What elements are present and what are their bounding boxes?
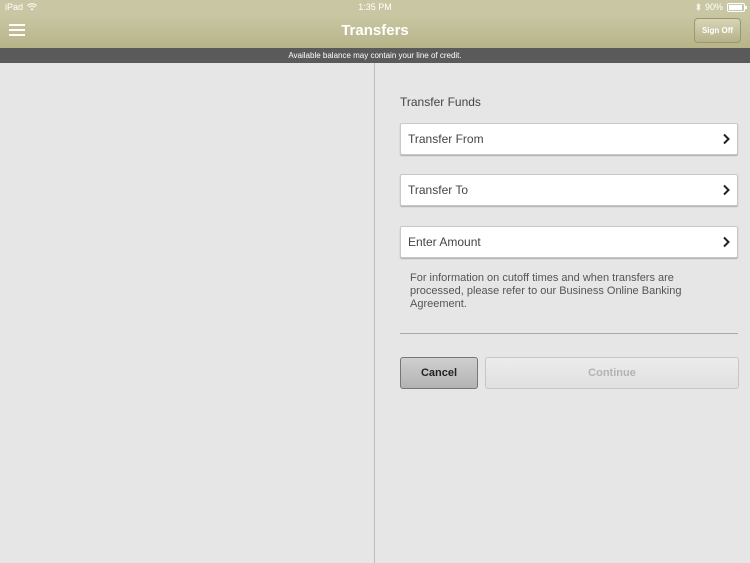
field-label: Transfer From — [408, 132, 484, 146]
credit-notice-banner: Available balance may contain your line … — [0, 48, 750, 63]
divider — [400, 333, 738, 334]
transfer-to-field[interactable]: Transfer To — [400, 174, 738, 206]
left-panel — [0, 63, 375, 563]
section-title: Transfer Funds — [400, 95, 481, 109]
status-right: 90% — [696, 2, 747, 12]
enter-amount-field[interactable]: Enter Amount — [400, 226, 738, 258]
cutoff-info-text: For information on cutoff times and when… — [410, 272, 682, 310]
transfer-form-panel: Transfer Funds Transfer From Transfer To… — [375, 63, 750, 563]
chevron-right-icon — [723, 236, 730, 248]
transfer-from-field[interactable]: Transfer From — [400, 123, 738, 155]
chevron-right-icon — [723, 133, 730, 145]
nav-bar: Transfers Sign Off — [0, 15, 750, 48]
sign-off-button[interactable]: Sign Off — [694, 18, 741, 43]
bluetooth-icon — [696, 3, 701, 11]
page-title: Transfers — [341, 22, 409, 39]
status-time: 1:35 PM — [358, 2, 392, 12]
battery-fill — [729, 4, 742, 10]
chevron-right-icon — [723, 184, 730, 196]
cancel-button[interactable]: Cancel — [400, 357, 478, 389]
status-bar: iPad 1:35 PM 90% — [0, 0, 750, 15]
battery-icon — [727, 2, 747, 12]
battery-percent: 90% — [704, 2, 723, 12]
field-label: Transfer To — [408, 183, 469, 197]
field-label: Enter Amount — [408, 235, 481, 249]
continue-button[interactable]: Continue — [485, 357, 739, 389]
